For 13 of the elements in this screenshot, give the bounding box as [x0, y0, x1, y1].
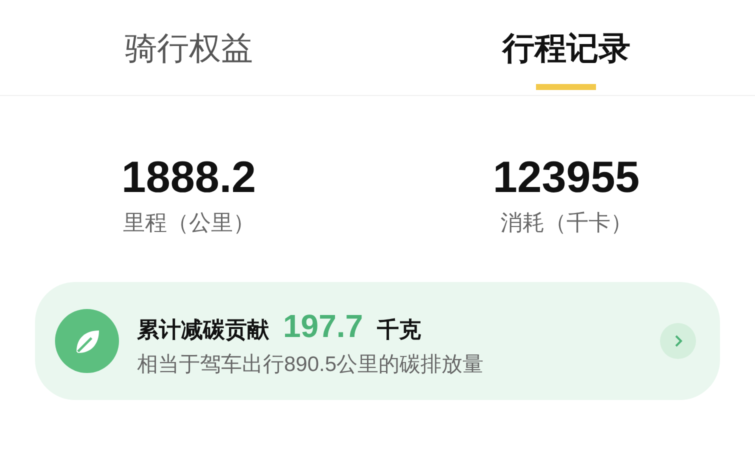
carbon-description: 相当于驾车出行890.5公里的碳排放量: [137, 352, 485, 378]
stat-label: 里程（公里）: [122, 209, 255, 237]
tab-indicator: [536, 84, 596, 90]
carbon-title: 累计减碳贡献: [137, 316, 269, 344]
carbon-amount: 197.7: [283, 307, 364, 346]
stat-value: 1888.2: [121, 154, 256, 202]
stat-label: 消耗（千卡）: [500, 209, 632, 237]
carbon-card[interactable]: 累计减碳贡献 197.7 千克 相当于驾车出行890.5公里的碳排放量: [35, 282, 720, 400]
tab[interactable]: 行程记录: [502, 28, 630, 68]
chevron-right-icon: [660, 323, 696, 359]
carbon-unit: 千克: [377, 316, 422, 344]
tab[interactable]: 骑行权益: [124, 28, 253, 68]
stat-value: 123955: [492, 154, 640, 202]
